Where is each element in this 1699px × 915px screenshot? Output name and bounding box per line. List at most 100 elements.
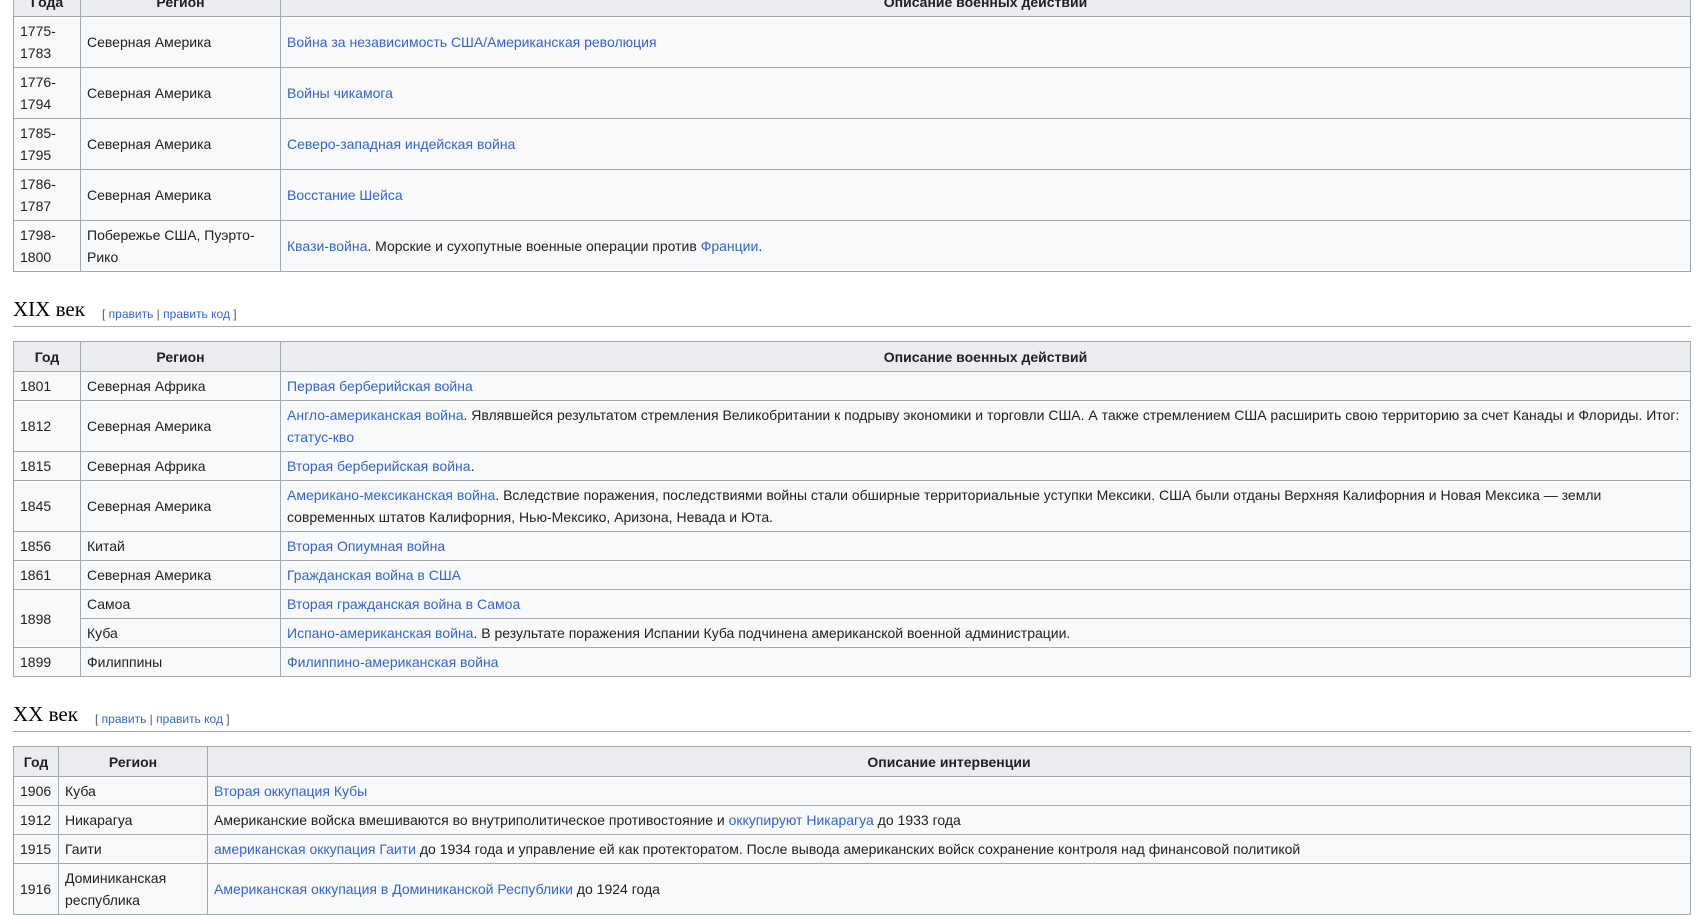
table-row: 1856 Китай Вторая Опиумная война bbox=[13, 531, 1691, 561]
war-link[interactable]: Испано-американская война bbox=[287, 625, 473, 641]
table-row: 1912 Никарагуа Американские войска вмеши… bbox=[13, 805, 1691, 835]
year-cell: 1912 bbox=[13, 805, 59, 835]
table-row: 1785-1795 Северная Америка Северо-западн… bbox=[13, 118, 1691, 170]
region-cell: Самоа bbox=[80, 589, 281, 619]
table-header-row: Год Регион Описание интервенции bbox=[13, 746, 1691, 777]
separator: | bbox=[153, 307, 164, 321]
description-cell: Вторая оккупация Кубы bbox=[207, 776, 1691, 806]
description-text: до 1933 года bbox=[873, 812, 961, 828]
year-cell: 1785-1795 bbox=[13, 118, 81, 170]
war-link[interactable]: Англо-американская война bbox=[287, 407, 464, 423]
column-header-year: Год bbox=[13, 341, 81, 372]
column-header-region: Регион bbox=[58, 746, 208, 777]
war-link[interactable]: Первая берберийская война bbox=[287, 378, 473, 394]
description-cell: Северо-западная индейская война bbox=[280, 118, 1691, 170]
year-cell: 1798-1800 bbox=[13, 220, 81, 272]
region-cell: Гаити bbox=[58, 834, 208, 864]
bracket: [ bbox=[95, 712, 102, 726]
edit-links: [ править | править код ] bbox=[95, 712, 230, 726]
intervention-link[interactable]: Американская оккупация в Доминиканской Р… bbox=[214, 881, 573, 897]
intervention-link[interactable]: американская оккупация Гаити bbox=[214, 841, 416, 857]
war-link[interactable]: Вторая гражданская война в Самоа bbox=[287, 596, 520, 612]
war-link[interactable]: Вторая Опиумная война bbox=[287, 538, 445, 554]
year-cell: 1898 bbox=[13, 589, 81, 648]
status-quo-link[interactable]: статус-кво bbox=[287, 429, 354, 445]
column-header-description: Описание интервенции bbox=[207, 746, 1691, 777]
table-row: 1815 Северная Африка Вторая берберийская… bbox=[13, 451, 1691, 481]
description-text: . bbox=[758, 238, 763, 254]
table-row: 1899 Филиппины Филиппино-американская во… bbox=[13, 647, 1691, 677]
description-cell: Войны чикамога bbox=[280, 67, 1691, 119]
column-header-description: Описание военных действий bbox=[280, 0, 1691, 17]
intervention-link[interactable]: оккупируют Никарагуа bbox=[729, 812, 874, 828]
year-cell: 1845 bbox=[13, 480, 81, 532]
section-heading-20th-century: XX век [ править | править код ] bbox=[13, 697, 1691, 732]
year-cell: 1815 bbox=[13, 451, 81, 481]
description-text: . Являвшейся результатом стремления Вели… bbox=[463, 407, 1680, 423]
column-header-description: Описание военных действий bbox=[280, 341, 1691, 372]
bracket: ] bbox=[229, 307, 237, 321]
description-cell: Вторая берберийская война. bbox=[280, 451, 1691, 481]
year-cell: 1776-1794 bbox=[13, 67, 81, 119]
region-cell: Северная Америка bbox=[80, 16, 281, 68]
war-link[interactable]: Войны чикамога bbox=[287, 85, 393, 101]
region-cell: Куба bbox=[58, 776, 208, 806]
table-row: 1801 Северная Африка Первая берберийская… bbox=[13, 371, 1691, 401]
war-link[interactable]: Война за независимость США/Американская … bbox=[287, 34, 657, 50]
bracket: [ bbox=[102, 307, 109, 321]
war-link[interactable]: Восстание Шейса bbox=[287, 187, 403, 203]
table-row: 1916 Доминиканская республика Американск… bbox=[13, 863, 1691, 915]
war-link[interactable]: Северо-западная индейская война bbox=[287, 136, 515, 152]
year-cell: 1812 bbox=[13, 400, 81, 452]
region-cell: Северная Африка bbox=[80, 371, 281, 401]
description-cell: Первая берберийская война bbox=[280, 371, 1691, 401]
description-cell: Гражданская война в США bbox=[280, 560, 1691, 590]
section-title: XIX век bbox=[13, 297, 85, 321]
table-row: 1812 Северная Америка Англо-американская… bbox=[13, 400, 1691, 452]
description-text: до 1924 года bbox=[572, 881, 660, 897]
table-18th-century: Года Регион Описание военных действий 17… bbox=[13, 0, 1691, 272]
war-link[interactable]: Квази-война bbox=[287, 238, 367, 254]
description-cell: Испано-американская война. В результате … bbox=[280, 618, 1691, 648]
table-20th-century: Год Регион Описание интервенции 1906 Куб… bbox=[13, 746, 1691, 915]
edit-source-link[interactable]: править код bbox=[156, 712, 223, 726]
edit-source-link[interactable]: править код bbox=[163, 307, 230, 321]
region-cell: Никарагуа bbox=[58, 805, 208, 835]
section-title: XX век bbox=[13, 702, 78, 726]
edit-section-link[interactable]: править bbox=[102, 712, 147, 726]
table-row: 1775-1783 Северная Америка Война за неза… bbox=[13, 16, 1691, 68]
article-content: Года Регион Описание военных действий 17… bbox=[13, 0, 1691, 915]
intervention-link[interactable]: Вторая оккупация Кубы bbox=[214, 783, 367, 799]
region-cell: Филиппины bbox=[80, 647, 281, 677]
war-link[interactable]: Американо-мексиканская война bbox=[287, 487, 495, 503]
country-link[interactable]: Франции bbox=[701, 238, 759, 254]
region-cell: Куба bbox=[80, 618, 281, 648]
column-header-region: Регион bbox=[80, 341, 281, 372]
year-cell: 1775-1783 bbox=[13, 16, 81, 68]
table-row: 1845 Северная Америка Американо-мексикан… bbox=[13, 480, 1691, 532]
description-cell: Вторая гражданская война в Самоа bbox=[280, 589, 1691, 619]
year-cell: 1906 bbox=[13, 776, 59, 806]
year-cell: 1801 bbox=[13, 371, 81, 401]
description-cell: Американо-мексиканская война. Вследствие… bbox=[280, 480, 1691, 532]
table-row: Куба Испано-американская война. В резуль… bbox=[14, 618, 1691, 648]
region-cell: Побережье США, Пуэрто-Рико bbox=[80, 220, 281, 272]
war-link[interactable]: Гражданская война в США bbox=[287, 567, 461, 583]
table-row: 1798-1800 Побережье США, Пуэрто-Рико Ква… bbox=[13, 220, 1691, 272]
section-heading-19th-century: XIX век [ править | править код ] bbox=[13, 292, 1691, 327]
region-cell: Северная Америка bbox=[80, 400, 281, 452]
war-link[interactable]: Филиппино-американская война bbox=[287, 654, 498, 670]
table-row: 1906 Куба Вторая оккупация Кубы bbox=[13, 776, 1691, 806]
table-header-row: Года Регион Описание военных действий bbox=[13, 0, 1691, 17]
table-row: 1898 Самоа Вторая гражданская война в Са… bbox=[13, 589, 1691, 648]
table-19th-century: Год Регион Описание военных действий 180… bbox=[13, 341, 1691, 677]
description-text: . bbox=[470, 458, 475, 474]
description-text: Американские войска вмешиваются во внутр… bbox=[214, 812, 729, 828]
description-cell: Война за независимость США/Американская … bbox=[280, 16, 1691, 68]
edit-section-link[interactable]: править bbox=[109, 307, 154, 321]
region-cell: Северная Америка bbox=[80, 480, 281, 532]
description-text: . В результате поражения Испании Куба по… bbox=[473, 625, 1071, 641]
war-link[interactable]: Вторая берберийская война bbox=[287, 458, 471, 474]
year-cell: 1899 bbox=[13, 647, 81, 677]
column-header-year: Год bbox=[13, 746, 59, 777]
